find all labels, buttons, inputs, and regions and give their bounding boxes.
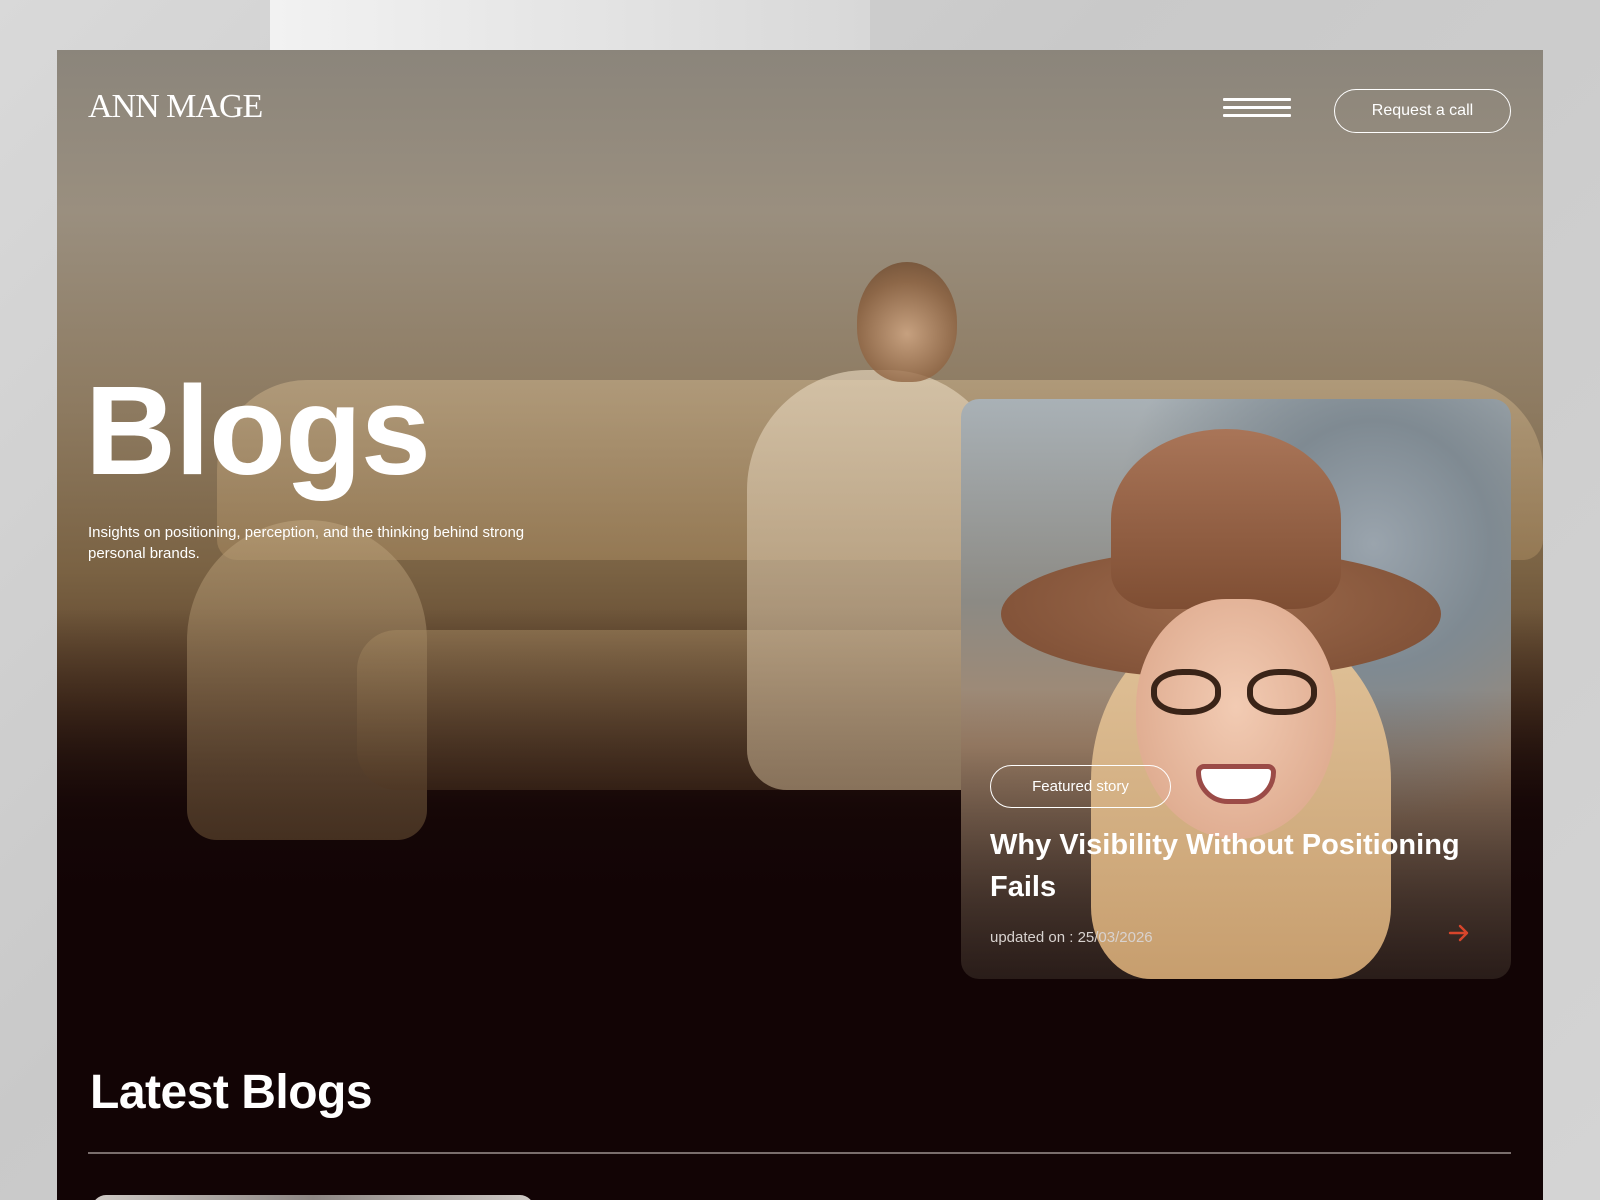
latest-blogs-heading: Latest Blogs [90,1066,373,1119]
site-header: ANN MAGE Request a call [57,50,1543,170]
arrow-right-icon[interactable] [1445,919,1473,947]
featured-photo-glasses [1151,669,1321,715]
page-subtitle: Insights on positioning, perception, and… [88,524,525,562]
hamburger-menu-icon[interactable] [1223,98,1291,122]
featured-photo-hat-crown [1111,429,1341,609]
featured-story-badge: Featured story [990,765,1171,808]
page-title: Blogs [85,360,431,501]
site-frame: Blogs Insights on positioning, perceptio… [57,50,1543,1200]
request-call-button[interactable]: Request a call [1334,89,1511,133]
menu-line [1223,106,1291,109]
page-backdrop [270,0,870,50]
featured-story-title[interactable]: Why Visibility Without Positioning Fails [990,824,1490,908]
featured-story-card[interactable]: Featured story Why Visibility Without Po… [961,399,1511,979]
blog-card-thumbnail[interactable] [92,1195,534,1200]
section-divider [88,1152,1511,1154]
featured-story-date: updated on : 25/03/2026 [990,929,1153,946]
hero-photo-person-head [857,262,957,382]
site-logo[interactable]: ANN MAGE [88,88,263,126]
menu-line [1223,114,1291,117]
menu-line [1223,98,1291,101]
